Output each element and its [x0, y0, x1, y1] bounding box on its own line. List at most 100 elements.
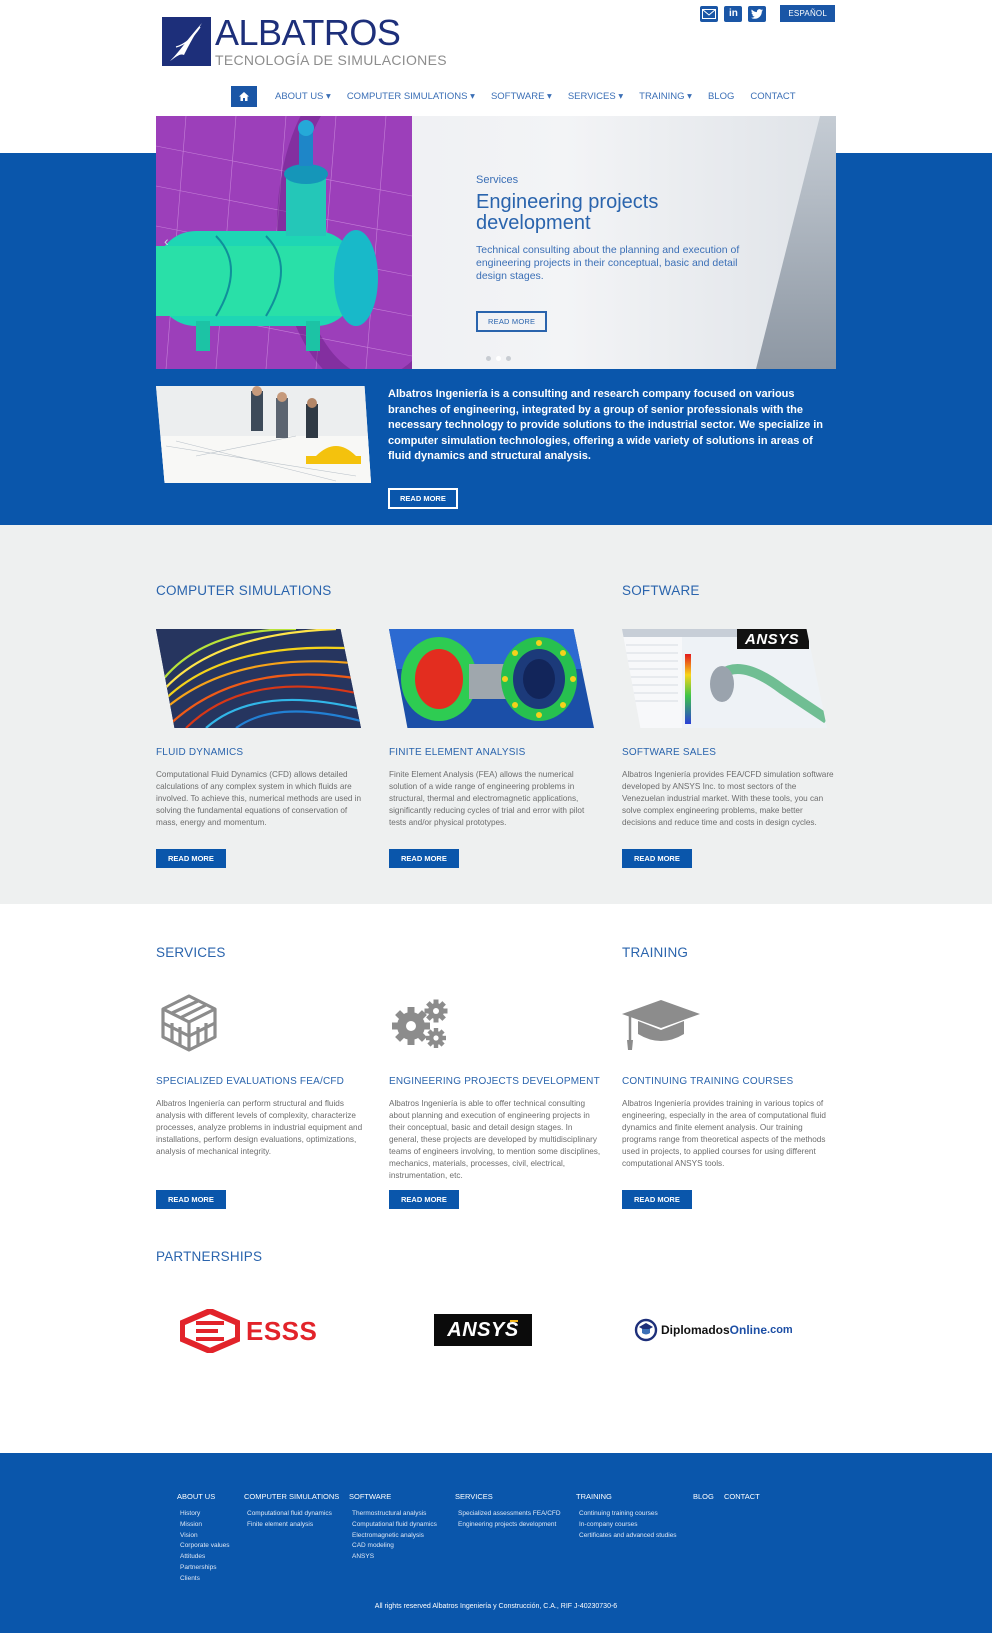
- software-sales-read-more-button[interactable]: READ MORE: [622, 849, 692, 868]
- footer-col-services: SERVICES Specialized assessments FEA/CFD…: [455, 1492, 561, 1531]
- footer-link[interactable]: Vision: [177, 1531, 230, 1542]
- nav-computer-simulations[interactable]: COMPUTER SIMULATIONS ▾: [347, 91, 475, 102]
- fea-read-more-button[interactable]: READ MORE: [389, 849, 459, 868]
- footer-link[interactable]: CAD modeling: [349, 1541, 437, 1552]
- footer-heading[interactable]: CONTACT: [724, 1492, 760, 1501]
- engineering-projects-read-more-button[interactable]: READ MORE: [389, 1190, 459, 1209]
- section-title-services: SERVICES: [156, 945, 226, 960]
- footer-link[interactable]: History: [177, 1509, 230, 1520]
- card-title-specialized-evaluations: SPECIALIZED EVALUATIONS FEA/CFD: [156, 1076, 345, 1087]
- card-text-specialized-evaluations: Albatros Ingeniería can perform structur…: [156, 1099, 363, 1156]
- gears-icon: [391, 998, 449, 1055]
- section-title-computer-simulations: COMPUTER SIMULATIONS: [156, 583, 332, 598]
- hero-pressure-vessel-image: [156, 116, 412, 369]
- card-title-engineering-projects: ENGINEERING PROJECTS DEVELOPMENT: [389, 1076, 600, 1087]
- diplomados-text: Diplomados: [661, 1323, 730, 1337]
- ansys-partner-logo[interactable]: ANSYS: [434, 1314, 532, 1346]
- esss-logo-text: ESSS: [246, 1315, 318, 1346]
- footer-heading[interactable]: SOFTWARE: [349, 1492, 437, 1501]
- fluid-dynamics-read-more-button[interactable]: READ MORE: [156, 849, 226, 868]
- footer-link[interactable]: Finite element analysis: [244, 1520, 339, 1531]
- nav-software[interactable]: SOFTWARE ▾: [491, 91, 552, 102]
- footer-col-software: SOFTWARE Thermostructural analysis Compu…: [349, 1492, 437, 1563]
- footer-link[interactable]: Engineering projects development: [455, 1520, 561, 1531]
- hero-title: Engineering projects development: [476, 191, 659, 234]
- footer-link[interactable]: Certificates and advanced studies: [576, 1531, 677, 1542]
- slider-dot[interactable]: [496, 356, 501, 361]
- footer-col-contact: CONTACT: [724, 1492, 760, 1509]
- top-utility-bar: in ESPAÑOL: [700, 5, 835, 22]
- footer-col-about-us: ABOUT US History Mission Vision Corporat…: [177, 1492, 230, 1585]
- footer-heading[interactable]: BLOG: [693, 1492, 714, 1501]
- card-title-finite-element-analysis: FINITE ELEMENT ANALYSIS: [389, 747, 526, 758]
- hero-caption: Services Engineering projects developmen…: [476, 174, 756, 332]
- intro-paragraph: Albatros Ingeniería is a consulting and …: [388, 388, 824, 462]
- footer-heading[interactable]: ABOUT US: [177, 1492, 230, 1501]
- footer-link[interactable]: In-company courses: [576, 1520, 677, 1531]
- section-title-software: SOFTWARE: [622, 583, 700, 598]
- brand-tagline: TECNOLOGÍA DE SIMULACIONES: [215, 52, 447, 68]
- footer-heading[interactable]: TRAINING: [576, 1492, 677, 1501]
- footer-link[interactable]: Partnerships: [177, 1563, 230, 1574]
- footer-link[interactable]: Continuing training courses: [576, 1509, 677, 1520]
- footer-heading[interactable]: SERVICES: [455, 1492, 561, 1501]
- hero-pipes-image: [756, 116, 836, 369]
- footer-link[interactable]: Clients: [177, 1574, 230, 1585]
- nav-contact[interactable]: CONTACT: [750, 91, 795, 102]
- nav-blog[interactable]: BLOG: [708, 91, 734, 102]
- slider-dot[interactable]: [486, 356, 491, 361]
- footer-link[interactable]: Specialized assessments FEA/CFD: [455, 1509, 561, 1520]
- footer-link[interactable]: Thermostructural analysis: [349, 1509, 437, 1520]
- hero-description: Technical consulting about the planning …: [476, 244, 740, 282]
- card-text-continuing-training: Albatros Ingeniería provides training in…: [622, 1099, 826, 1168]
- esss-partner-logo[interactable]: ESSS: [180, 1309, 317, 1353]
- footer-link[interactable]: Computational fluid dynamics: [244, 1509, 339, 1520]
- footer-link[interactable]: ANSYS: [349, 1552, 437, 1563]
- footer-heading[interactable]: COMPUTER SIMULATIONS: [244, 1492, 339, 1501]
- ansys-logo-text: ANSYS: [447, 1318, 519, 1341]
- nav-about-us[interactable]: ABOUT US ▾: [275, 91, 331, 102]
- intro-read-more-button[interactable]: READ MORE: [388, 488, 458, 509]
- intro-meeting-image: [156, 386, 371, 483]
- esss-mark-icon: [180, 1309, 240, 1353]
- diplomados-globe-icon: [634, 1318, 658, 1342]
- albatros-bird-icon: [162, 17, 211, 66]
- footer-col-computer-simulations: COMPUTER SIMULATIONS Computational fluid…: [244, 1492, 339, 1531]
- footer-col-blog: BLOG: [693, 1492, 714, 1509]
- card-text-software-sales: Albatros Ingeniería provides FEA/CFD sim…: [622, 770, 834, 827]
- footer-link[interactable]: Computational fluid dynamics: [349, 1520, 437, 1531]
- email-icon[interactable]: [700, 5, 719, 22]
- footer-link[interactable]: Mission: [177, 1520, 230, 1531]
- ansys-logo-overlay: ANSYS: [745, 631, 800, 648]
- footer-copyright: All rights reserved Albatros Ingeniería …: [374, 1603, 618, 1610]
- card-text-engineering-projects: Albatros Ingeniería is able to offer tec…: [389, 1099, 601, 1180]
- specialized-evaluations-read-more-button[interactable]: READ MORE: [156, 1190, 226, 1209]
- nav-services[interactable]: SERVICES ▾: [568, 91, 623, 102]
- ansys-accent-mark: [510, 1320, 518, 1322]
- hero-slider: ‹ Services Engineering projects developm…: [156, 116, 836, 369]
- continuing-training-read-more-button[interactable]: READ MORE: [622, 1190, 692, 1209]
- online-text: Online: [729, 1323, 768, 1337]
- graduation-cap-icon: [622, 1000, 700, 1057]
- language-toggle-button[interactable]: ESPAÑOL: [780, 5, 835, 22]
- slider-dots: [486, 356, 511, 361]
- brand-name: ALBATROS: [215, 12, 401, 53]
- slider-dot[interactable]: [506, 356, 511, 361]
- linkedin-icon[interactable]: in: [724, 5, 743, 22]
- site-footer: ABOUT US History Mission Vision Corporat…: [0, 1453, 992, 1633]
- section-title-partnerships: PARTNERSHIPS: [156, 1249, 263, 1264]
- card-title-fluid-dynamics: FLUID DYNAMICS: [156, 747, 244, 758]
- footer-link[interactable]: Electromagnetic analysis: [349, 1531, 437, 1542]
- twitter-icon[interactable]: [748, 5, 767, 22]
- nav-training[interactable]: TRAINING ▾: [639, 91, 692, 102]
- site-logo[interactable]: ALBATROS TECNOLOGÍA DE SIMULACIONES: [162, 15, 447, 68]
- card-text-finite-element-analysis: Finite Element Analysis (FEA) allows the…: [389, 770, 585, 827]
- footer-link[interactable]: Attitudes: [177, 1552, 230, 1563]
- card-title-software-sales: SOFTWARE SALES: [622, 747, 717, 758]
- footer-link[interactable]: Corporate values: [177, 1541, 230, 1552]
- main-nav: ABOUT US ▾ COMPUTER SIMULATIONS ▾ SOFTWA…: [231, 86, 804, 107]
- home-icon[interactable]: [231, 86, 257, 107]
- diplomados-online-partner-logo[interactable]: Diplomados Online .com: [634, 1318, 793, 1342]
- slider-prev-arrow-icon[interactable]: ‹: [164, 233, 169, 249]
- hero-read-more-button[interactable]: READ MORE: [476, 311, 548, 332]
